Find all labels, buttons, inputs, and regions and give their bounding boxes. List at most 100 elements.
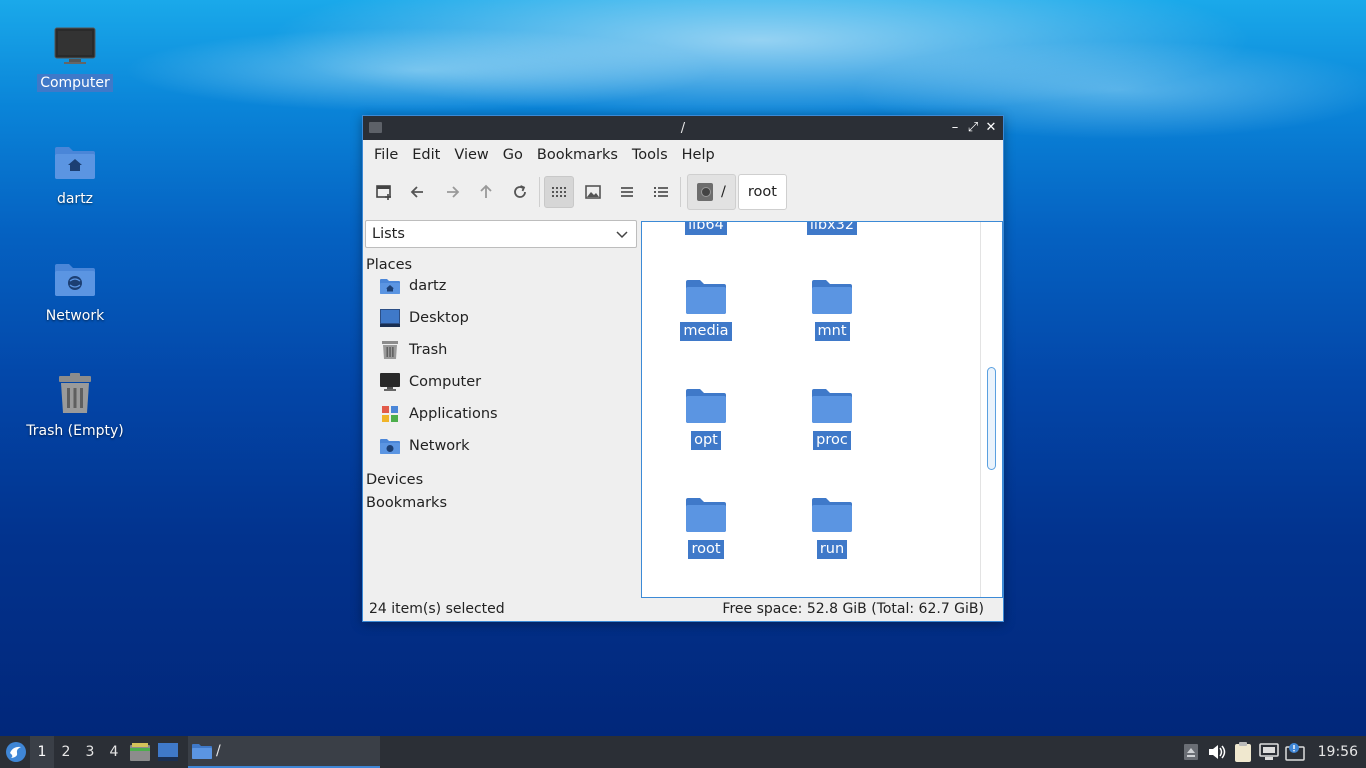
workspace-3[interactable]: 3 xyxy=(78,736,102,768)
workspace-4[interactable]: 4 xyxy=(102,736,126,768)
place-item-network[interactable]: Network xyxy=(379,432,470,460)
menu-go[interactable]: Go xyxy=(496,147,530,163)
notifications-button[interactable] xyxy=(1282,736,1308,768)
taskbar-task-file-manager[interactable]: / xyxy=(188,736,380,768)
folder-icon xyxy=(812,389,852,423)
applications-icon xyxy=(379,403,401,425)
back-button[interactable] xyxy=(403,176,433,208)
start-menu-button[interactable] xyxy=(2,736,30,768)
file-item-name: root xyxy=(688,540,724,559)
place-item-computer[interactable]: Computer xyxy=(379,368,481,396)
workspace-2[interactable]: 2 xyxy=(54,736,78,768)
desktop-icon-home[interactable]: dartz xyxy=(20,140,130,208)
computer-icon xyxy=(53,24,97,68)
place-item-label: Applications xyxy=(409,406,498,422)
file-item-name: libx32 xyxy=(806,222,858,235)
place-item-label: Desktop xyxy=(409,310,469,326)
clipboard-button[interactable] xyxy=(1230,736,1256,768)
folder-icon xyxy=(686,389,726,423)
close-button[interactable]: ✕ xyxy=(983,119,999,137)
file-item-name: lib64 xyxy=(685,222,727,235)
task-label: / xyxy=(216,743,221,759)
menu-edit[interactable]: Edit xyxy=(405,147,447,163)
workspace-1[interactable]: 1 xyxy=(30,736,54,768)
menu-tools[interactable]: Tools xyxy=(625,147,675,163)
icon-view-button[interactable] xyxy=(544,176,574,208)
file-item-libx32[interactable]: libx32 xyxy=(782,222,882,235)
forward-icon xyxy=(447,186,460,198)
drive-icon xyxy=(697,183,713,201)
back-icon xyxy=(410,186,423,198)
path-button-current[interactable]: root xyxy=(737,174,787,210)
folder-icon xyxy=(686,280,726,314)
file-item-media[interactable]: media xyxy=(656,278,756,341)
place-item-label: Trash xyxy=(409,342,448,358)
place-item-applications[interactable]: Applications xyxy=(379,400,498,428)
menu-bookmarks[interactable]: Bookmarks xyxy=(530,147,625,163)
bookmarks-header[interactable]: Bookmarks xyxy=(366,495,447,511)
desktop-icon-computer[interactable]: Computer xyxy=(20,24,130,92)
vertical-scrollbar[interactable] xyxy=(980,222,1002,597)
file-item-name: opt xyxy=(691,431,721,450)
eject-button[interactable] xyxy=(1178,736,1204,768)
place-item-desktop[interactable]: Desktop xyxy=(379,304,469,332)
maximize-button[interactable]: ⤢ xyxy=(965,119,981,137)
detailed-list-button[interactable] xyxy=(646,176,676,208)
reload-button[interactable] xyxy=(505,176,535,208)
desktop-icon-network[interactable]: Network xyxy=(20,257,130,325)
toolbar-separator xyxy=(680,177,681,207)
side-pane-mode-select[interactable]: Lists xyxy=(365,220,637,248)
volume-icon xyxy=(1208,745,1225,759)
file-item-opt[interactable]: opt xyxy=(656,387,756,450)
status-bar: 24 item(s) selected Free space: 52.8 GiB… xyxy=(363,596,1003,621)
scrollbar-thumb[interactable] xyxy=(987,367,996,470)
network-status-button[interactable] xyxy=(1256,736,1282,768)
path-button-root-fs[interactable]: / xyxy=(687,174,736,210)
file-item-name: media xyxy=(680,322,732,341)
reload-icon xyxy=(514,185,526,198)
desktop-icon xyxy=(379,307,401,329)
desktop-icon-label: Network xyxy=(45,308,105,324)
new-tab-button[interactable] xyxy=(369,176,399,208)
devices-header[interactable]: Devices xyxy=(366,472,423,488)
desktop-icon-label: Computer xyxy=(37,74,113,92)
file-item-run[interactable]: run xyxy=(782,496,882,559)
file-item-proc[interactable]: proc xyxy=(782,387,882,450)
thumbnail-view-button[interactable] xyxy=(578,176,608,208)
volume-button[interactable] xyxy=(1204,736,1230,768)
compact-view-button[interactable] xyxy=(612,176,642,208)
path-bar: / root xyxy=(687,174,787,210)
computer-icon xyxy=(379,371,401,393)
menu-help[interactable]: Help xyxy=(675,147,722,163)
up-button[interactable] xyxy=(471,176,501,208)
menu-file[interactable]: File xyxy=(367,147,405,163)
folder-icon xyxy=(192,744,212,759)
place-item-home[interactable]: dartz xyxy=(379,272,446,300)
show-desktop-launcher[interactable] xyxy=(154,736,182,768)
file-item-root[interactable]: root xyxy=(656,496,756,559)
file-manager-launcher[interactable] xyxy=(126,736,154,768)
desktop-icon-trash[interactable]: Trash (Empty) xyxy=(20,372,130,440)
clock[interactable]: 19:56 xyxy=(1308,744,1366,760)
file-item-lib64[interactable]: lib64 xyxy=(656,222,756,235)
toolbar-separator xyxy=(539,177,540,207)
place-item-trash[interactable]: Trash xyxy=(379,336,447,364)
home-folder-icon xyxy=(53,140,97,184)
file-item-name: mnt xyxy=(814,322,850,341)
network-wired-icon xyxy=(1258,743,1279,760)
forward-button[interactable] xyxy=(437,176,467,208)
minimize-button[interactable]: – xyxy=(947,119,963,137)
places-header[interactable]: Places xyxy=(366,257,412,273)
side-pane: Lists Places dartz Desktop Trash Compute… xyxy=(363,220,639,598)
window-titlebar[interactable]: / – ⤢ ✕ xyxy=(363,116,1003,140)
place-item-label: Network xyxy=(409,438,470,454)
file-item-mnt[interactable]: mnt xyxy=(782,278,882,341)
menu-view[interactable]: View xyxy=(447,147,495,163)
network-folder-icon xyxy=(53,257,97,301)
trash-icon xyxy=(53,372,97,416)
file-icon-view[interactable]: lib64 libx32 media mnt opt proc root run xyxy=(641,221,1003,598)
file-manager-icon xyxy=(130,743,150,761)
taskbar: 1 2 3 4 / 19:56 xyxy=(0,736,1366,768)
file-manager-window: / – ⤢ ✕ File Edit View Go Bookmarks Tool… xyxy=(362,115,1004,622)
chevron-down-icon xyxy=(616,231,628,239)
